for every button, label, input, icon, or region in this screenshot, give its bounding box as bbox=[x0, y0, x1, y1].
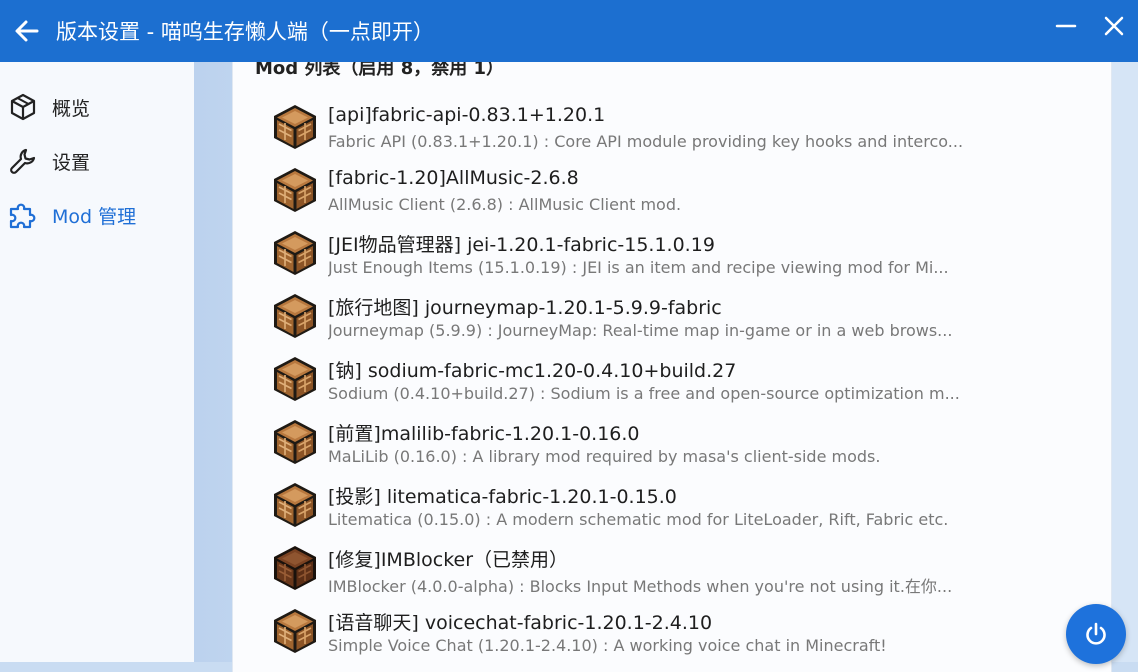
window-title: 版本设置 - 喵呜生存懒人端（一点即开） bbox=[56, 20, 434, 44]
crafting-table-icon bbox=[274, 609, 316, 653]
arrow-left-icon bbox=[15, 20, 39, 42]
mod-description: MaLiLib (0.16.0) : A library mod require… bbox=[328, 447, 881, 466]
crafting-table-icon bbox=[274, 294, 316, 338]
mod-name: [api]fabric-api-0.83.1+1.20.1 bbox=[328, 104, 606, 126]
mod-description: IMBlocker (4.0.0-alpha) : Blocks Input M… bbox=[328, 577, 953, 596]
mod-description: Sodium (0.4.10+build.27) : Sodium is a f… bbox=[328, 384, 960, 403]
sidebar: 概览 设置 Mod 管理 bbox=[0, 62, 194, 662]
mod-description: Litematica (0.15.0) : A modern schematic… bbox=[328, 510, 949, 529]
window-controls bbox=[1042, 0, 1138, 52]
puzzle-icon bbox=[8, 200, 38, 230]
mod-item[interactable]: [钠] sodium-fabric-mc1.20-0.4.10+build.27… bbox=[233, 354, 1111, 417]
mod-item-disabled[interactable]: [修复]IMBlocker（已禁用） IMBlocker (4.0.0-alph… bbox=[233, 543, 1111, 606]
mod-list-header: Mod 列表（启用 8，禁用 1） bbox=[255, 62, 505, 79]
mod-name: [修复]IMBlocker（已禁用） bbox=[328, 549, 569, 571]
back-button[interactable] bbox=[2, 5, 52, 57]
power-icon bbox=[1086, 622, 1106, 645]
crafting-table-icon bbox=[274, 357, 316, 401]
title-bar: 版本设置 - 喵呜生存懒人端（一点即开） bbox=[0, 0, 1138, 62]
mod-item[interactable]: [投影] litematica-fabric-1.20.1-0.15.0 Lit… bbox=[233, 480, 1111, 543]
sidebar-item-label: 概览 bbox=[52, 97, 91, 120]
minimize-button[interactable] bbox=[1042, 0, 1090, 52]
crafting-table-icon bbox=[274, 420, 316, 464]
sidebar-item-mod-management[interactable]: Mod 管理 bbox=[0, 188, 194, 242]
mod-list: [api]fabric-api-0.83.1+1.20.1 Fabric API… bbox=[233, 102, 1111, 669]
close-icon bbox=[1104, 16, 1124, 36]
mod-item[interactable]: [旅行地图] journeymap-1.20.1-5.9.9-fabric Jo… bbox=[233, 291, 1111, 354]
mod-description: Simple Voice Chat (1.20.1-2.4.10) : A wo… bbox=[328, 636, 887, 655]
mod-description: Journeymap (5.9.9) : JourneyMap: Real-ti… bbox=[328, 321, 953, 340]
cube-icon bbox=[8, 92, 38, 122]
crafting-table-icon bbox=[274, 105, 316, 149]
mod-item[interactable]: [fabric-1.20]AllMusic-2.6.8 AllMusic Cli… bbox=[233, 165, 1111, 228]
crafting-table-icon bbox=[274, 168, 316, 212]
mod-name: [旅行地图] journeymap-1.20.1-5.9.9-fabric bbox=[328, 297, 722, 319]
mod-name: [JEI物品管理器] jei-1.20.1-fabric-15.1.0.19 bbox=[328, 234, 715, 256]
mod-item[interactable]: [语音聊天] voicechat-fabric-1.20.1-2.4.10 Si… bbox=[233, 606, 1111, 669]
mod-name: [语音聊天] voicechat-fabric-1.20.1-2.4.10 bbox=[328, 612, 713, 634]
mod-item[interactable]: [JEI物品管理器] jei-1.20.1-fabric-15.1.0.19 J… bbox=[233, 228, 1111, 291]
mod-name: [fabric-1.20]AllMusic-2.6.8 bbox=[328, 167, 579, 189]
mod-item[interactable]: [api]fabric-api-0.83.1+1.20.1 Fabric API… bbox=[233, 102, 1111, 165]
mod-list-card: Mod 列表（启用 8，禁用 1） [api]fabric-api-0.83.1… bbox=[232, 62, 1112, 672]
sidebar-item-label: Mod 管理 bbox=[52, 205, 137, 228]
mod-name: [前置]malilib-fabric-1.20.1-0.16.0 bbox=[328, 423, 640, 445]
mod-name: [钠] sodium-fabric-mc1.20-0.4.10+build.27 bbox=[328, 360, 737, 382]
mod-description: Just Enough Items (15.1.0.19) : JEI is a… bbox=[328, 258, 949, 277]
sidebar-item-label: 设置 bbox=[52, 151, 91, 174]
mod-description: AllMusic Client (2.6.8) : AllMusic Clien… bbox=[328, 195, 682, 214]
wrench-icon bbox=[8, 146, 38, 176]
close-button[interactable] bbox=[1090, 0, 1138, 52]
mod-description: Fabric API (0.83.1+1.20.1) : Core API mo… bbox=[328, 132, 964, 151]
sidebar-item-overview[interactable]: 概览 bbox=[0, 80, 194, 134]
mod-name: [投影] litematica-fabric-1.20.1-0.15.0 bbox=[328, 486, 677, 508]
crafting-table-icon bbox=[274, 231, 316, 275]
crafting-table-icon bbox=[274, 483, 316, 527]
mod-item[interactable]: [前置]malilib-fabric-1.20.1-0.16.0 MaLiLib… bbox=[233, 417, 1111, 480]
crafting-table-icon bbox=[274, 546, 316, 590]
launch-button[interactable] bbox=[1066, 604, 1126, 664]
minimize-icon bbox=[1055, 24, 1077, 28]
sidebar-item-settings[interactable]: 设置 bbox=[0, 134, 194, 188]
